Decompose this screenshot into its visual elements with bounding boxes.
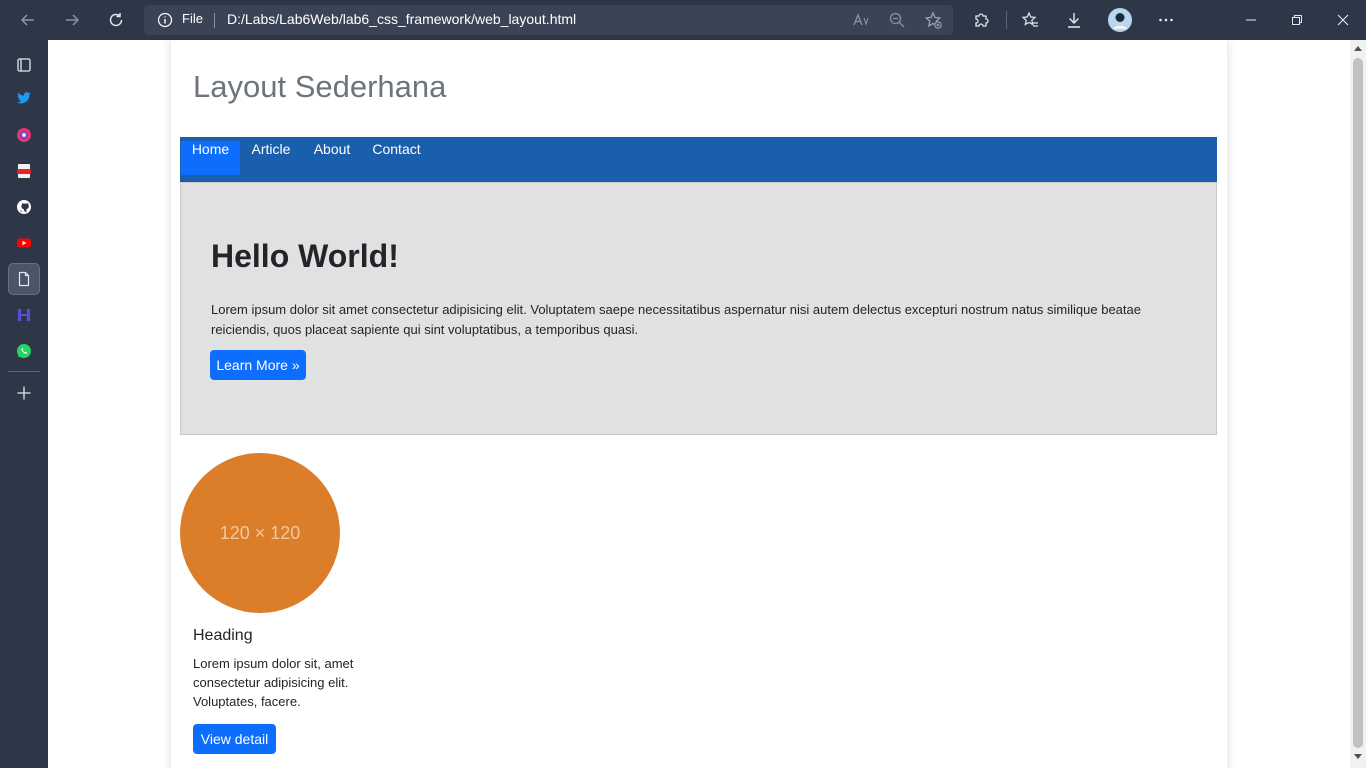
refresh-icon — [109, 13, 123, 27]
close-button[interactable] — [1329, 6, 1357, 34]
hero-text: Lorem ipsum dolor sit amet consectetur a… — [211, 302, 1141, 337]
thumbnail-label: 120 × 120 — [219, 522, 301, 543]
view-detail-button[interactable]: View detail — [193, 724, 276, 754]
sidebar-item-whatsapp[interactable] — [8, 335, 40, 367]
main-navbar: Home Article About Contact — [180, 137, 1217, 182]
document-icon — [18, 271, 30, 287]
scroll-down-icon[interactable] — [1354, 754, 1362, 760]
close-icon — [1337, 14, 1349, 26]
sidebar-item-maps[interactable] — [8, 119, 40, 151]
app-icon — [18, 309, 30, 321]
restore-icon — [1292, 15, 1302, 25]
back-arrow-icon — [20, 14, 34, 26]
nav-item-about[interactable]: About — [302, 141, 362, 175]
profile-button[interactable] — [1106, 6, 1134, 34]
maps-icon — [17, 128, 31, 142]
toolbar-divider — [1006, 11, 1007, 29]
add-favorite-button[interactable] — [919, 6, 947, 34]
sidebar-item-pdf[interactable] — [8, 155, 40, 187]
sidebar-add-button[interactable] — [8, 377, 40, 409]
minimize-button[interactable] — [1237, 6, 1265, 34]
page-viewport: Layout Sederhana Home Article About Cont… — [48, 40, 1350, 768]
hero-section: Hello World! Lorem ipsum dolor sit amet … — [180, 182, 1217, 435]
sidebar-item-twitter[interactable] — [8, 82, 40, 114]
twitter-icon — [17, 92, 31, 104]
more-menu-button[interactable] — [1152, 6, 1180, 34]
scroll-up-icon[interactable] — [1354, 45, 1362, 51]
sidebar-divider — [8, 371, 40, 372]
site-title: Layout Sederhana — [193, 69, 447, 104]
info-icon[interactable] — [157, 12, 173, 32]
avatar — [1108, 8, 1132, 32]
nav-item-contact[interactable]: Contact — [363, 141, 430, 175]
star-add-icon — [924, 11, 942, 29]
nav-item-home[interactable]: Home — [181, 141, 240, 175]
favorites-icon — [1021, 11, 1038, 27]
sidebar-item-github[interactable] — [8, 191, 40, 223]
nav-item-article[interactable]: Article — [241, 141, 301, 175]
pdf-icon — [17, 164, 31, 178]
card-text: Lorem ipsum dolor sit, amet consectetur … — [193, 656, 354, 709]
address-scheme-label: File — [182, 11, 203, 26]
downloads-button[interactable] — [1060, 6, 1088, 34]
github-icon — [17, 200, 31, 214]
sidebar-item-document[interactable] — [8, 263, 40, 295]
refresh-button[interactable] — [102, 6, 130, 34]
collections-icon — [17, 58, 31, 72]
address-divider — [214, 13, 215, 28]
browser-toolbar: File D:/Labs/Lab6Web/lab6_css_framework/… — [0, 0, 1366, 40]
sidebar-item-app[interactable] — [8, 299, 40, 331]
add-icon — [17, 386, 31, 400]
zoom-out-icon — [889, 12, 905, 28]
extensions-button[interactable] — [967, 6, 995, 34]
whatsapp-icon — [17, 344, 31, 358]
forward-arrow-icon — [66, 14, 80, 26]
learn-more-button[interactable]: Learn More » — [210, 350, 306, 380]
scrollbar-thumb[interactable] — [1353, 58, 1363, 748]
address-url[interactable]: D:/Labs/Lab6Web/lab6_css_framework/web_l… — [227, 11, 576, 27]
sidebar-item-collections[interactable] — [8, 49, 40, 81]
read-aloud-icon — [853, 13, 869, 26]
forward-button[interactable] — [58, 6, 86, 34]
puzzle-icon — [975, 13, 989, 27]
page-scrollbar[interactable] — [1350, 40, 1366, 768]
zoom-button[interactable] — [883, 6, 911, 34]
card-thumbnail: 120 × 120 — [180, 453, 340, 613]
back-button[interactable] — [14, 6, 42, 34]
minimize-icon — [1246, 19, 1256, 21]
more-icon — [1159, 18, 1173, 22]
address-bar[interactable]: File D:/Labs/Lab6Web/lab6_css_framework/… — [144, 5, 953, 35]
favorites-button[interactable] — [1016, 6, 1044, 34]
browser-sidebar — [0, 40, 48, 768]
restore-button[interactable] — [1283, 6, 1311, 34]
youtube-icon — [17, 238, 31, 248]
card-heading: Heading — [193, 627, 253, 644]
download-icon — [1068, 13, 1080, 28]
read-aloud-button[interactable] — [847, 6, 875, 34]
sidebar-item-youtube[interactable] — [8, 227, 40, 259]
hero-title: Hello World! — [211, 238, 399, 274]
page-container: Layout Sederhana Home Article About Cont… — [171, 40, 1227, 768]
